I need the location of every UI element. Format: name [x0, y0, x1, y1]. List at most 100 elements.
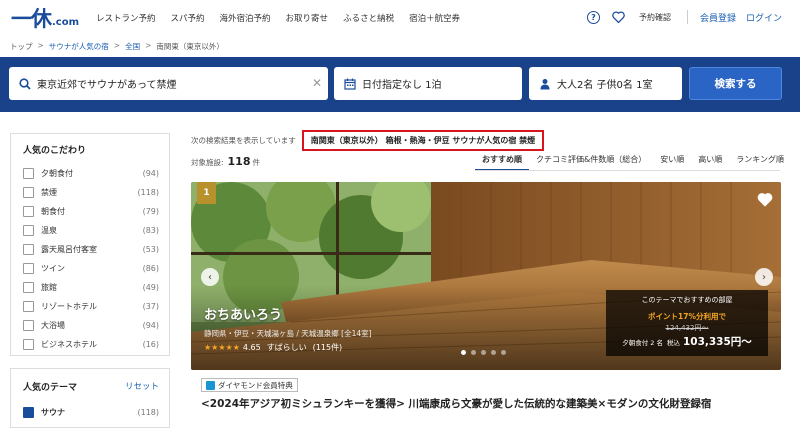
breadcrumb-all[interactable]: 全国: [125, 41, 140, 52]
plan-meal-guests: 夕朝食付 2 名: [622, 339, 663, 347]
breadcrumb-top[interactable]: トップ: [10, 41, 33, 52]
filter-checkbox[interactable]: [23, 262, 34, 274]
filter-checkbox[interactable]: [23, 186, 34, 198]
diamond-member-badge: ダイヤモンド会員特典: [201, 378, 298, 392]
global-nav: レストラン予約 スパ予約 海外宿泊予約 お取り寄せ ふるさと納税 宿泊＋航空券: [96, 12, 475, 24]
nav-air-hotel[interactable]: 宿泊＋航空券: [409, 12, 460, 24]
person-icon: [539, 78, 551, 90]
nav-spa[interactable]: スパ予約: [171, 12, 205, 24]
sort-tabs: おすすめ順 クチコミ評価&件数順（総合） 安い順 高い順 ランキング順: [475, 153, 791, 171]
filter-checkbox[interactable]: [23, 319, 34, 331]
filter-count: (83): [142, 225, 159, 235]
filter-label: 夕朝食付: [41, 168, 73, 178]
sort-review[interactable]: クチコミ評価&件数順（総合）: [529, 153, 653, 171]
keyword-search-input[interactable]: 東京近郊でサウナがあって禁煙 ✕: [9, 67, 328, 100]
favorite-heart-icon[interactable]: [612, 11, 625, 23]
carousel-dots: [461, 350, 511, 355]
breadcrumb-chevron-icon: >: [145, 41, 152, 50]
theme-label: サウナ: [41, 407, 65, 417]
review-count[interactable]: (115件): [313, 342, 343, 353]
filter-count: (37): [142, 301, 159, 311]
site-header: 一休 .com レストラン予約 スパ予約 海外宿泊予約 お取り寄せ ふるさと納税…: [0, 0, 800, 38]
filter-checkbox[interactable]: [23, 224, 34, 236]
filter-item[interactable]: ツイン (86): [23, 261, 159, 275]
filter-item[interactable]: 朝食付 (79): [23, 204, 159, 218]
sort-ranking[interactable]: ランキング順: [729, 153, 791, 171]
filter-item[interactable]: 温泉 (83): [23, 223, 159, 237]
themes-title: 人気のテーマ: [23, 383, 78, 393]
filter-item[interactable]: 大浴場 (94): [23, 318, 159, 332]
search-button[interactable]: 検索する: [689, 67, 782, 100]
filter-checkbox[interactable]: [23, 243, 34, 255]
breadcrumb-chevron-icon: >: [37, 41, 44, 50]
breadcrumb: トップ > サウナが人気の宿 > 全国 > 南関東（東京以外）: [10, 41, 224, 52]
filter-count: (79): [142, 206, 159, 216]
search-icon: [19, 77, 31, 90]
filter-item[interactable]: 禁煙 (118): [23, 185, 159, 199]
breadcrumb-chevron-icon: >: [113, 41, 121, 50]
plan-point-text: ポイント17%分利用で: [648, 312, 726, 321]
carousel-dot[interactable]: [501, 350, 506, 355]
filter-checkbox[interactable]: [23, 300, 34, 312]
clear-icon[interactable]: ✕: [312, 76, 322, 90]
filter-item[interactable]: 旅館 (49): [23, 280, 159, 294]
filter-count: (118): [137, 187, 159, 197]
nav-restaurant[interactable]: レストラン予約: [96, 12, 156, 24]
date-selector[interactable]: 日付指定なし 1泊: [334, 67, 522, 100]
filter-count: (94): [142, 320, 159, 330]
theme-item[interactable]: サウナ (118): [23, 405, 159, 419]
hotel-name[interactable]: おちあいろう: [204, 304, 282, 323]
carousel-prev-icon[interactable]: ‹: [201, 268, 219, 286]
recommended-plan-box[interactable]: このテーマでおすすめの部屋 ポイント17%分利用で 124,432円〜 夕朝食付…: [606, 290, 768, 356]
nav-gourmet[interactable]: お取り寄せ: [286, 12, 329, 24]
popular-filters-panel: 人気のこだわり 夕朝食付 (94) 禁煙 (118) 朝食付 (79) 温泉 (83) …: [10, 133, 170, 356]
keyword-value: 東京近郊でサウナがあって禁煙: [37, 80, 177, 91]
plan-original-price: 124,432円〜: [665, 324, 709, 332]
carousel-dot[interactable]: [461, 350, 466, 355]
sort-cheap[interactable]: 安い順: [653, 153, 691, 171]
register-link[interactable]: 会員登録: [700, 11, 736, 24]
search-condition-box: 南関東（東京以外） 箱根・熱海・伊豆 サウナが人気の宿 禁煙: [301, 130, 545, 151]
site-logo[interactable]: 一休 .com: [11, 8, 79, 30]
favorite-heart-icon[interactable]: [757, 192, 773, 210]
filter-checkbox[interactable]: [23, 205, 34, 217]
hotel-catchphrase[interactable]: <2024年アジア初ミシュランキーを獲得> 川端康成ら文豪が愛した伝統的な建築美…: [201, 396, 711, 411]
filter-count: (16): [142, 339, 159, 349]
booking-check-link[interactable]: 予約確認: [639, 12, 671, 23]
sort-recommended[interactable]: おすすめ順: [475, 153, 529, 171]
result-count-unit: 件: [252, 158, 261, 167]
hotel-card[interactable]: 1 ‹ › おちあいろう 静岡県・伊豆・天城湯ヶ島 / 天城温泉郷 [全14室]…: [191, 182, 781, 370]
rank-badge: 1: [197, 182, 216, 204]
filter-item[interactable]: 露天風呂付客室 (53): [23, 242, 159, 256]
filter-item[interactable]: ビジネスホテル (16): [23, 337, 159, 351]
breadcrumb-current: 南関東（東京以外）: [156, 42, 224, 51]
nav-overseas[interactable]: 海外宿泊予約: [220, 12, 271, 24]
filter-item[interactable]: 夕朝食付 (94): [23, 166, 159, 180]
diamond-icon: [206, 380, 215, 390]
filter-item[interactable]: リゾートホテル (37): [23, 299, 159, 313]
hotel-location: 静岡県・伊豆・天城湯ヶ島 / 天城温泉郷 [全14室]: [204, 329, 372, 338]
carousel-dot[interactable]: [491, 350, 496, 355]
hotel-rating: ★★★★★ 4.65 すばらしい (115件): [204, 342, 342, 353]
carousel-dot[interactable]: [481, 350, 486, 355]
filter-checkbox[interactable]: [23, 338, 34, 350]
carousel-next-icon[interactable]: ›: [755, 268, 773, 286]
help-icon[interactable]: ?: [586, 10, 600, 24]
filter-label: リゾートホテル: [41, 301, 97, 311]
guest-selector[interactable]: 大人2名 子供0名 1室: [529, 67, 682, 100]
carousel-dot[interactable]: [471, 350, 476, 355]
breadcrumb-sauna[interactable]: サウナが人気の宿: [49, 41, 109, 52]
result-count-number: 118: [227, 155, 251, 168]
filter-count: (86): [142, 263, 159, 273]
plan-price: 103,335円〜: [682, 336, 752, 348]
theme-checkbox[interactable]: [23, 406, 34, 418]
sort-expensive[interactable]: 高い順: [691, 153, 729, 171]
filter-label: ビジネスホテル: [41, 339, 97, 349]
filter-checkbox[interactable]: [23, 167, 34, 179]
filter-label: ツイン: [41, 263, 65, 273]
nav-furusato[interactable]: ふるさと納税: [343, 12, 394, 24]
themes-reset-link[interactable]: リセット: [125, 380, 159, 392]
filter-count: (53): [142, 244, 159, 254]
login-link[interactable]: ログイン: [746, 11, 782, 24]
filter-checkbox[interactable]: [23, 281, 34, 293]
